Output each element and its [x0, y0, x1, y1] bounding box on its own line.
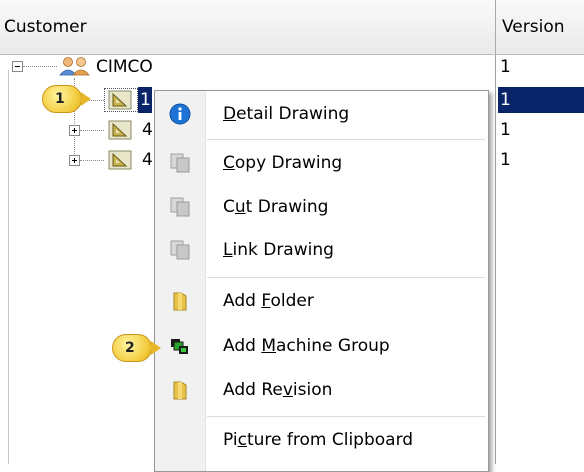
machine-group-icon	[171, 339, 188, 354]
version-cell-selected: 1	[498, 87, 584, 113]
folder-icon	[173, 292, 187, 311]
context-menu: Detail Drawing Copy Drawing Cut Drawing …	[154, 90, 489, 472]
tree-item-drawing-1[interactable]: 1	[138, 87, 152, 113]
column-header: Customer Version	[0, 0, 584, 55]
info-icon	[169, 103, 191, 125]
column-version[interactable]: Version	[498, 0, 584, 54]
callout-badge-2: 2	[112, 334, 152, 362]
callout-badge-1: 1	[42, 85, 82, 113]
folder-icon	[173, 381, 187, 400]
menu-item-add-folder[interactable]: Add Folder	[155, 281, 488, 321]
expand-toggle[interactable]	[69, 125, 80, 136]
drawing-triangle-icon	[108, 120, 132, 140]
menu-label: Link Drawing	[223, 240, 334, 260]
menu-item-picture-from-clipboard[interactable]: Picture from Clipboard	[155, 420, 488, 460]
column-customer[interactable]: Customer	[0, 0, 496, 54]
grid-line-left	[8, 70, 9, 464]
tree-connector	[80, 130, 104, 131]
menu-item-add-revision[interactable]: Add Revision	[155, 370, 488, 410]
collapse-toggle[interactable]	[12, 61, 23, 72]
drawing-triangle-icon	[108, 150, 132, 170]
menu-label: Cut Drawing	[223, 197, 329, 217]
expand-toggle[interactable]	[69, 155, 80, 166]
version-cell: 1	[500, 120, 511, 140]
copy-icon	[170, 240, 190, 260]
menu-label: Copy Drawing	[223, 153, 343, 173]
column-separator[interactable]	[495, 0, 496, 54]
menu-label: Add Revision	[223, 380, 333, 400]
tree-connector	[23, 66, 57, 67]
grid-line	[495, 55, 496, 464]
callout-pointer	[151, 341, 161, 355]
copy-icon	[170, 153, 190, 173]
version-cell: 1	[500, 57, 511, 77]
callout-pointer	[81, 92, 91, 106]
menu-item-link-drawing[interactable]: Link Drawing	[155, 230, 488, 270]
tree-item-drawing-3[interactable]: 4	[142, 148, 153, 172]
menu-item-detail-drawing[interactable]: Detail Drawing	[155, 94, 488, 134]
version-cell: 1	[500, 150, 511, 170]
menu-label: Detail Drawing	[223, 104, 350, 124]
copy-icon	[170, 197, 190, 217]
drawing-triangle-icon	[108, 90, 132, 110]
tree-connector	[80, 160, 104, 161]
tree-item-drawing-2[interactable]: 4	[142, 118, 153, 142]
menu-item-copy-drawing[interactable]: Copy Drawing	[155, 143, 488, 183]
menu-item-add-machine-group[interactable]: Add Machine Group	[155, 326, 488, 366]
menu-item-cut-drawing[interactable]: Cut Drawing	[155, 187, 488, 227]
customer-group-icon	[59, 57, 90, 76]
menu-label: Picture from Clipboard	[223, 430, 414, 450]
menu-separator	[207, 277, 485, 279]
menu-separator	[207, 139, 485, 141]
menu-separator	[207, 416, 485, 418]
tree-item-cimco[interactable]: CIMCO	[96, 55, 153, 79]
menu-label: Add Machine Group	[223, 336, 390, 356]
menu-label: Add Folder	[223, 291, 314, 311]
